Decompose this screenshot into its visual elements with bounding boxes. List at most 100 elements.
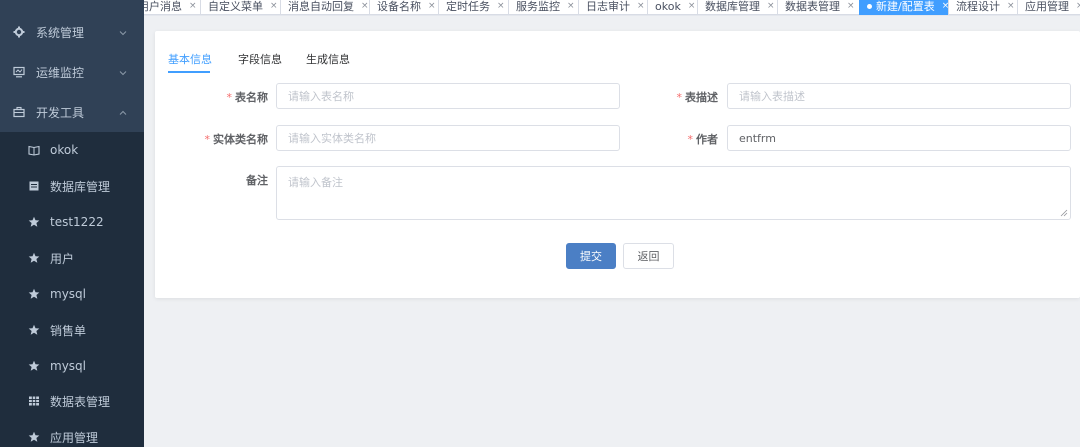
sidebar-item-user[interactable]: 用户 [0, 240, 144, 276]
required-mark: * [226, 91, 233, 104]
sidebar-item-table-manage[interactable]: 数据表管理 [0, 383, 144, 419]
tab-generate-info[interactable]: 生成信息 [306, 51, 350, 67]
close-icon[interactable]: × [1076, 1, 1080, 11]
tab-label: okok [655, 0, 681, 13]
sidebar-item-label: 数据库管理 [50, 179, 111, 194]
star-icon [28, 252, 40, 264]
remark-label: 备注 [246, 174, 268, 187]
back-button[interactable]: 返回 [623, 243, 674, 269]
gear-icon [13, 26, 25, 38]
form-card: 基本信息 字段信息 生成信息 * 表名称 请输入表名称 * 表描述 请输入表描述 *… [155, 31, 1080, 298]
star-icon [28, 431, 40, 443]
tab-scheduled-task[interactable]: 定时任务 × [438, 0, 513, 15]
required-mark: * [204, 133, 211, 146]
toolbox-icon [13, 106, 25, 118]
close-icon[interactable]: × [189, 1, 197, 11]
tab-okok[interactable]: okok × [647, 0, 704, 15]
tab-log-audit[interactable]: 日志审计 × [578, 0, 653, 15]
star-icon [28, 288, 40, 300]
required-mark: * [676, 91, 683, 104]
tab-label: 自定义菜单 [208, 0, 263, 13]
tab-label: 日志审计 [586, 0, 630, 13]
table-icon [28, 395, 40, 407]
entity-name-label: * 实体类名称 [204, 133, 269, 146]
sidebar-item-mysql[interactable]: mysql [0, 276, 144, 312]
tab-custom-menu[interactable]: 自定义菜单 × [200, 0, 286, 15]
tab-label: 新建/配置表 [876, 0, 935, 13]
chevron-up-icon [118, 107, 128, 117]
star-icon [28, 324, 40, 336]
sidebar-item-ops[interactable]: 运维监控 [0, 54, 144, 90]
close-icon[interactable]: × [497, 1, 505, 11]
tab-app-manage[interactable]: 应用管理 × [1017, 0, 1080, 15]
tab-database-manage[interactable]: 数据库管理 × [697, 0, 783, 15]
tab-label: 数据表管理 [785, 0, 840, 13]
close-icon[interactable]: × [567, 1, 575, 11]
sidebar-item-database[interactable]: 数据库管理 [0, 168, 144, 204]
sidebar-item-devtools[interactable]: 开发工具 [0, 94, 144, 130]
submit-button[interactable]: 提交 [566, 243, 616, 269]
tab-label: 定时任务 [446, 0, 490, 13]
close-icon[interactable]: × [428, 1, 436, 11]
table-desc-input[interactable]: 请输入表描述 [727, 83, 1071, 109]
star-icon [28, 360, 40, 372]
active-tab-indicator [168, 71, 210, 73]
sidebar-item-label: 数据表管理 [50, 394, 111, 409]
sidebar-item-okok[interactable]: okok [0, 132, 144, 168]
resize-handle-icon[interactable] [1060, 209, 1068, 217]
sidebar-item-test1222[interactable]: test1222 [0, 204, 144, 240]
sidebar-item-system[interactable]: 系统管理 [0, 14, 144, 50]
tab-label: 流程设计 [956, 0, 1000, 13]
tab-new-config-table[interactable]: 新建/配置表 × [859, 0, 958, 15]
tab-user-message[interactable]: 用户消息 × [144, 0, 205, 15]
star-icon [28, 216, 40, 228]
sidebar-item-label: okok [50, 143, 79, 157]
sidebar-item-app-manage[interactable]: 应用管理 [0, 419, 144, 447]
close-icon[interactable]: × [361, 1, 369, 11]
tab-label: 服务监控 [516, 0, 560, 13]
tab-service-monitor[interactable]: 服务监控 × [508, 0, 583, 15]
table-desc-label: * 表描述 [676, 91, 719, 104]
sidebar: 系统管理 运维监控 开发工具 okok 数据库管理 test1222 用户 my… [0, 0, 144, 447]
tab-label: 数据库管理 [705, 0, 760, 13]
book-icon [28, 144, 40, 156]
chevron-down-icon [118, 27, 128, 37]
table-name-label: * 表名称 [226, 91, 269, 104]
close-icon[interactable]: × [637, 1, 645, 11]
tab-device-name[interactable]: 设备名称 × [369, 0, 444, 15]
sidebar-item-label: 应用管理 [50, 430, 99, 445]
tab-label: 应用管理 [1025, 0, 1069, 13]
table-name-input[interactable]: 请输入表名称 [276, 83, 620, 109]
tags-view: 用户消息 × 自定义菜单 × 消息自动回复 × 设备名称 × 定时任务 × 服务监控 × 日… [144, 0, 1080, 16]
tab-basic-info[interactable]: 基本信息 [168, 51, 212, 67]
sidebar-item-label: mysql [50, 359, 86, 373]
sidebar-item-label: test1222 [50, 215, 104, 229]
close-icon[interactable]: × [767, 1, 775, 11]
remark-placeholder: 请输入备注 [288, 176, 343, 189]
tab-auto-reply[interactable]: 消息自动回复 × [280, 0, 377, 15]
tab-workflow-design[interactable]: 流程设计 × [948, 0, 1023, 15]
entity-name-input[interactable]: 请输入实体类名称 [276, 125, 620, 151]
sidebar-item-label: 销售单 [50, 323, 87, 338]
tab-table-manage[interactable]: 数据表管理 × [777, 0, 863, 15]
author-label: * 作者 [687, 133, 719, 146]
close-icon[interactable]: × [1007, 1, 1015, 11]
close-icon[interactable]: × [688, 1, 696, 11]
sidebar-item-mysql-2[interactable]: mysql [0, 348, 144, 384]
remark-textarea[interactable]: 请输入备注 [276, 166, 1071, 220]
database-icon [28, 180, 40, 192]
tab-field-info[interactable]: 字段信息 [238, 51, 282, 67]
tab-label: 消息自动回复 [288, 0, 354, 13]
sidebar-item-label: 用户 [50, 251, 75, 266]
tab-label: 设备名称 [377, 0, 421, 13]
required-mark: * [687, 133, 694, 146]
sidebar-item-label: 开发工具 [36, 105, 85, 120]
sidebar-item-label: mysql [50, 287, 86, 301]
close-icon[interactable]: × [847, 1, 855, 11]
close-icon[interactable]: × [270, 1, 278, 11]
sidebar-item-label: 系统管理 [36, 25, 85, 40]
author-input[interactable]: entfrm [727, 125, 1071, 151]
sidebar-item-sales-order[interactable]: 销售单 [0, 312, 144, 348]
monitor-icon [13, 66, 25, 78]
active-dot-icon [867, 3, 872, 9]
